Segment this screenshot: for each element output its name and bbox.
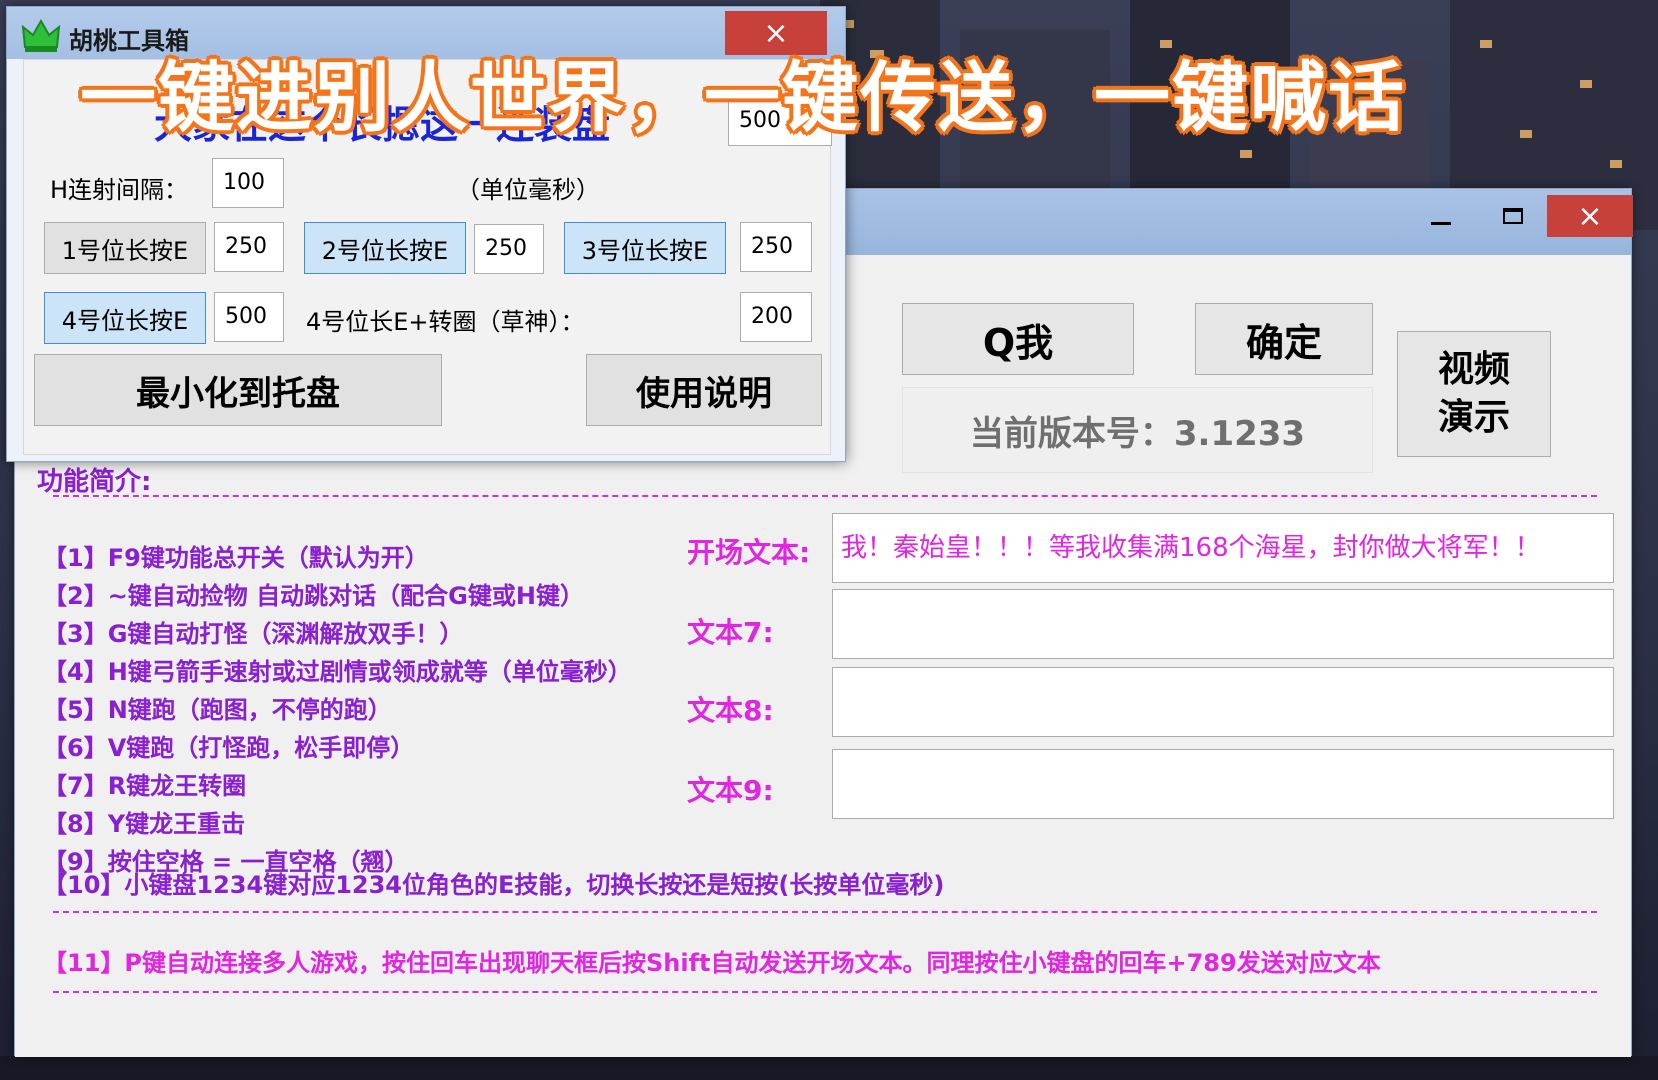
- video-demo-button[interactable]: 视频 演示: [1397, 331, 1551, 457]
- slot4-spin-label: 4号位长E+转圈（草神）：: [306, 308, 585, 336]
- q-me-button[interactable]: Q我: [902, 303, 1134, 375]
- list-item: 【8】Y键龙王重击: [43, 810, 246, 838]
- text8-label: 文本8:: [687, 694, 774, 727]
- help-button[interactable]: 使用说明: [586, 354, 822, 426]
- list-item: 【4】H键弓箭手速射或过剧情或领成就等（单位毫秒）: [43, 658, 632, 686]
- text9-field[interactable]: [832, 749, 1614, 819]
- text9-label: 文本9:: [687, 774, 774, 807]
- video-demo-label-1: 视频: [1437, 349, 1510, 390]
- version-label: 当前版本号：3.1233: [902, 387, 1373, 473]
- list-item: 【5】N键跑（跑图，不停的跑）: [43, 696, 392, 724]
- minimize-button[interactable]: [1413, 195, 1469, 237]
- slot3-hold-input[interactable]: 250: [740, 222, 812, 272]
- opening-text-label: 开场文本:: [687, 536, 811, 569]
- list-item: 【1】F9键功能总开关（默认为开）: [43, 544, 429, 572]
- slot4-hold-e-button[interactable]: 4号位长按E: [44, 292, 206, 344]
- unit-label: （单位毫秒）: [456, 176, 600, 204]
- slot4-hold-input[interactable]: 500: [214, 292, 284, 342]
- opening-text-field[interactable]: 我！秦始皇！！！等我收集满168个海星，封你做大将军！！: [832, 513, 1614, 583]
- slot2-hold-e-button[interactable]: 2号位长按E: [304, 222, 466, 274]
- slot4-spin-input[interactable]: 200: [740, 292, 812, 342]
- maximize-button[interactable]: [1485, 195, 1541, 237]
- divider: [53, 991, 1597, 993]
- close-button[interactable]: ×: [1547, 195, 1633, 237]
- video-demo-label-2: 演示: [1437, 397, 1510, 438]
- features-heading: 功能简介:: [37, 467, 152, 497]
- maximize-icon: [1503, 208, 1523, 224]
- text7-label: 文本7:: [687, 616, 774, 649]
- close-icon: ×: [1577, 198, 1603, 234]
- h-interval-input[interactable]: 100: [212, 158, 284, 208]
- list-item: 【7】R键龙王转圈: [43, 772, 247, 800]
- slot2-hold-input[interactable]: 250: [474, 224, 544, 274]
- list-item: 【3】G键自动打怪（深渊解放双手！）: [43, 620, 464, 648]
- list-item: 【10】小键盘1234键对应1234位角色的E技能，切换长按还是短按(长按单位毫…: [43, 871, 945, 899]
- text7-field[interactable]: [832, 589, 1614, 659]
- video-caption: 一键进别人世界，一键传送，一键喊话: [80, 53, 1406, 142]
- list-item: 【11】P键自动连接多人游戏，按住回车出现聊天框后按Shift自动发送开场文本。…: [43, 949, 1381, 977]
- slot1-hold-input[interactable]: 250: [214, 222, 284, 272]
- app-crown-icon: [21, 19, 61, 52]
- confirm-button[interactable]: 确定: [1195, 303, 1373, 375]
- list-item: 【6】V键跑（打怪跑，松手即停）: [43, 734, 415, 762]
- slot1-hold-e-button[interactable]: 1号位长按E: [44, 222, 206, 274]
- minimize-to-tray-button[interactable]: 最小化到托盘: [34, 354, 442, 426]
- slot3-hold-e-button[interactable]: 3号位长按E: [564, 222, 726, 274]
- feature-list: 【1】F9键功能总开关（默认为开） 【2】~键自动捡物 自动跳对话（配合G键或H…: [43, 539, 703, 881]
- h-interval-label: H连射间隔：: [50, 176, 189, 204]
- divider: [53, 911, 1597, 913]
- text8-field[interactable]: [832, 667, 1614, 737]
- divider: [53, 495, 1597, 497]
- minimize-icon: [1431, 221, 1451, 225]
- list-item: 【2】~键自动捡物 自动跳对话（配合G键或H键）: [43, 582, 584, 610]
